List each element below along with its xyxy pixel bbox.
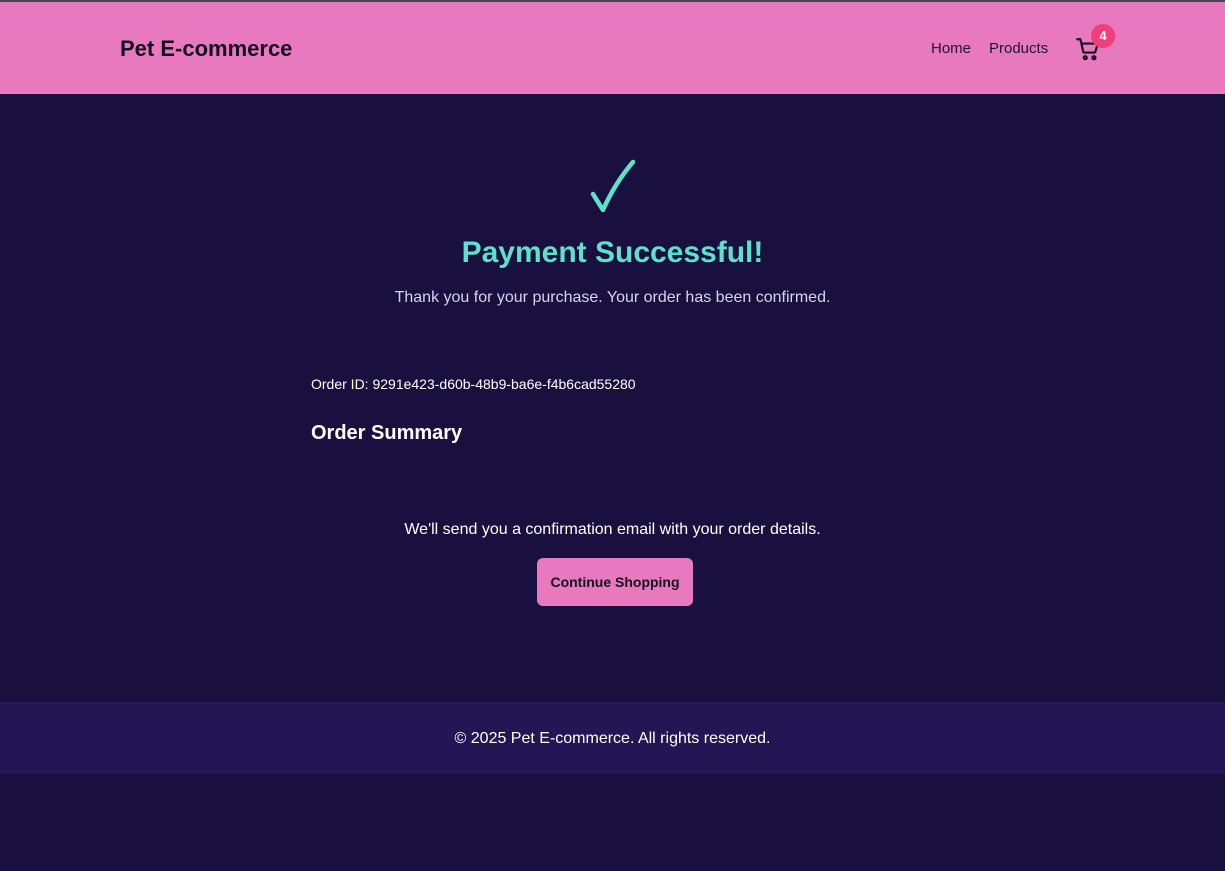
- order-id: Order ID: 9291e423-d60b-48b9-ba6e-f4b6ca…: [311, 376, 636, 392]
- success-subtitle: Thank you for your purchase. Your order …: [394, 289, 831, 306]
- footer-copyright: © 2025 Pet E-commerce. All rights reserv…: [454, 730, 771, 747]
- continue-shopping-button[interactable]: Continue Shopping: [537, 558, 693, 606]
- checkmark-icon: [590, 159, 635, 213]
- order-summary-heading: Order Summary: [311, 422, 463, 444]
- page-title: Payment Successful!: [461, 236, 764, 269]
- nav-link-products[interactable]: Products: [989, 40, 1048, 57]
- site-footer: © 2025 Pet E-commerce. All rights reserv…: [0, 702, 1225, 774]
- site-header: Pet E-commerce Home Products 4: [0, 2, 1225, 94]
- success-check-container: [0, 158, 1225, 222]
- brand-logo[interactable]: Pet E-commerce: [120, 36, 292, 62]
- confirmation-email-note: We'll send you a confirmation email with…: [404, 521, 821, 538]
- cart-count-badge: 4: [1091, 24, 1115, 48]
- nav-link-home[interactable]: Home: [931, 40, 971, 57]
